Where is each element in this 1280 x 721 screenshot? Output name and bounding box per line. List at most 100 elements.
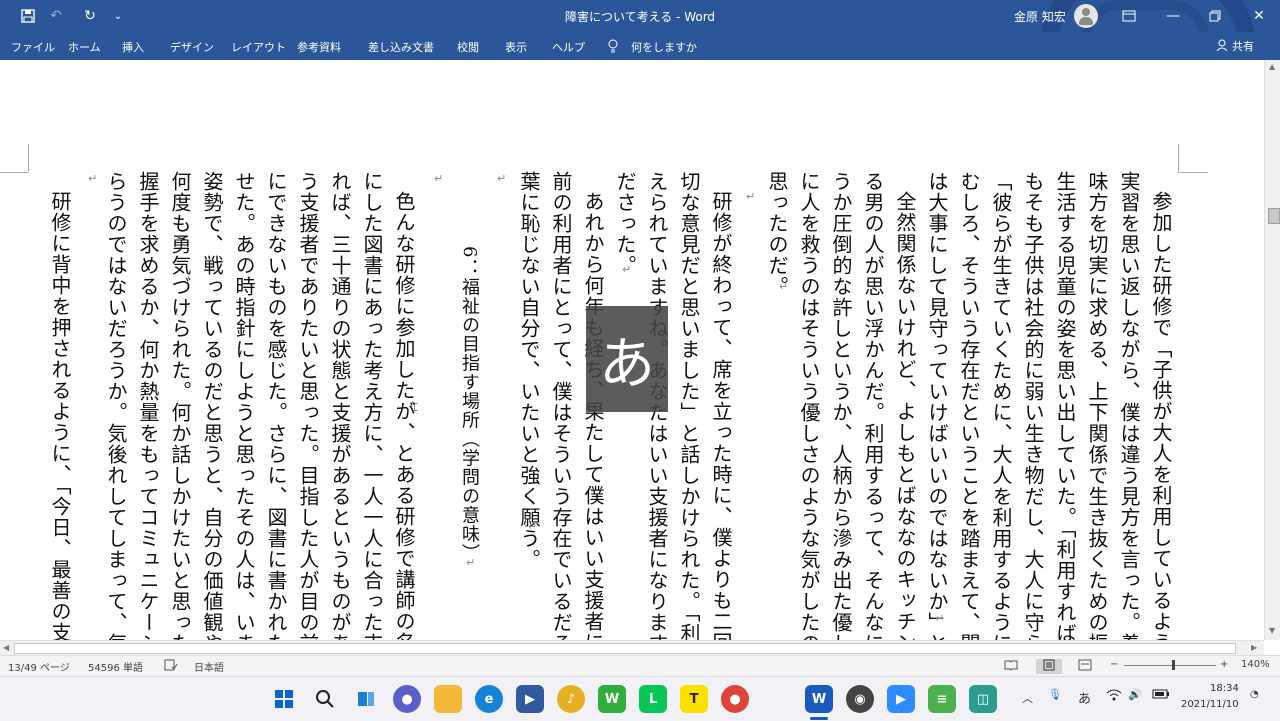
battery-icon[interactable] <box>1152 688 1170 703</box>
text-column: 生活する児童の姿を思い出していた。「利用すればいいん <box>1053 171 1077 640</box>
text-column: むしろ、そういう存在だということを踏まえて、関わって <box>957 171 981 640</box>
clock-date[interactable]: 2021/11/10 <box>1181 699 1239 710</box>
tab-mailings[interactable]: 差し込み文書 <box>368 39 434 55</box>
text-column: せた。あの時指針にしようと思ったその人は、いまだに福 <box>232 171 256 640</box>
clock-time[interactable]: 18:34 <box>1210 683 1239 694</box>
start-icon[interactable] <box>270 685 298 713</box>
paragraph-mark: ↵ <box>528 520 538 533</box>
tab-file[interactable]: ファイル <box>11 39 55 55</box>
text-cursor: ⌶ <box>411 400 419 414</box>
tab-view[interactable]: 表示 <box>505 39 527 55</box>
zoom-slider[interactable] <box>1124 665 1216 666</box>
scroll-up-icon[interactable]: ▲ <box>1269 62 1275 71</box>
ribbon-display-icon[interactable] <box>1106 0 1152 32</box>
web-layout-icon[interactable] <box>1078 659 1092 674</box>
paragraph-mark: ↵ <box>746 190 756 203</box>
obs-icon[interactable]: ◉ <box>846 685 874 713</box>
text-column: らうのではないだろうか。気後れしてしまって、毎回、声 <box>104 171 128 640</box>
tab-layout[interactable]: レイアウト <box>231 39 286 55</box>
status-bar: 13/49 ページ 54596 単語 日本語 − + 140% <box>0 655 1280 676</box>
tab-design[interactable]: デザイン <box>170 39 214 55</box>
tab-review[interactable]: 校閲 <box>457 39 479 55</box>
text-column: る男の人が思い浮かんだ。利用するって、そんなに悪いこ <box>861 171 885 640</box>
share-button[interactable]: 共有 <box>1216 38 1254 54</box>
crop-mark <box>1178 144 1179 172</box>
text-column: 参加した研修で「子供が大人を利用しているように見え <box>1149 191 1173 640</box>
crop-mark <box>0 172 28 173</box>
zoom-out-icon[interactable]: − <box>1110 659 1118 670</box>
paragraph-mark: ↵ <box>466 556 476 569</box>
zoom-icon[interactable]: ▶ <box>887 685 915 713</box>
show-hidden-icons-icon[interactable]: ︿ <box>1022 690 1033 706</box>
tab-home[interactable]: ホーム <box>68 39 101 55</box>
proofing-icon[interactable] <box>164 659 178 674</box>
zoom-in-icon[interactable]: + <box>1220 659 1228 670</box>
text-column: 何度も勇気づけられた。何か話しかけたいと思ったが、面 <box>168 171 192 640</box>
ime-mode-indicator: あ <box>586 306 668 412</box>
writing-app-icon[interactable]: W <box>598 685 626 713</box>
paragraph-mark: ↵ <box>434 172 444 185</box>
text-column: にできないものを感じた。さらに、図書に書かれた言葉と <box>264 171 288 640</box>
maximize-icon[interactable] <box>1192 0 1238 32</box>
screen-app-icon[interactable]: ◫ <box>969 685 997 713</box>
zoom-level[interactable]: 140% <box>1241 659 1270 670</box>
media-player-icon[interactable]: ▶ <box>516 685 544 713</box>
text-column: もそも子供は社会的に弱い生き物だし、大人に守られなけ <box>1021 171 1045 640</box>
file-explorer-icon[interactable] <box>434 685 462 713</box>
notification-icon[interactable]: ◔ <box>1250 689 1259 700</box>
text-column: 「彼らが生きていくために、大人を利用するように見えて <box>989 171 1013 640</box>
chrome-icon[interactable]: ● <box>721 685 749 713</box>
search-icon[interactable] <box>311 685 339 713</box>
text-column: 切な意見だと思いました」と話しかけられた。「利用して <box>677 171 701 640</box>
user-name[interactable]: 金原 知宏 <box>1014 8 1066 25</box>
volume-icon[interactable]: 🔊 <box>1128 688 1142 701</box>
vertical-scrollbar[interactable]: ▲ ▼ <box>1264 60 1280 640</box>
tell-me-search[interactable]: 何をしますか <box>631 39 697 55</box>
text-column: にした図書にあった考え方に、一人一人に合った支援をす <box>360 171 384 640</box>
chat-icon[interactable]: ● <box>393 685 421 713</box>
title-bar: ↶ ↻ ⌄ 障害について考える - Word 金原 知宏 — ✕ <box>0 0 1280 136</box>
horizontal-scrollbar[interactable]: ◀ ▶ <box>0 640 1264 655</box>
read-mode-icon[interactable] <box>1004 659 1018 674</box>
tab-references[interactable]: 参考資料 <box>297 39 341 55</box>
paragraph-mark: ↵ <box>935 612 945 625</box>
close-icon[interactable]: ✕ <box>1236 0 1280 32</box>
zoom-slider-thumb[interactable] <box>1172 660 1175 670</box>
line-icon[interactable]: L <box>639 685 667 713</box>
paragraph-mark: ↵ <box>497 172 507 185</box>
avatar[interactable] <box>1074 4 1098 28</box>
text-column: ださった。 <box>613 171 637 276</box>
text-column: う支援者でありたいと思った。目指した人が目の前で教 <box>296 171 320 640</box>
edge-icon[interactable]: e <box>475 685 503 713</box>
scroll-down-icon[interactable]: ▼ <box>1269 626 1275 635</box>
language[interactable]: 日本語 <box>194 659 224 674</box>
vertical-scroll-thumb[interactable] <box>1268 208 1280 224</box>
music-icon[interactable]: ♪ <box>557 685 585 713</box>
tab-help[interactable]: ヘルプ <box>552 39 585 55</box>
text-column: れば、三十通りの状態と支援があるというものがあった。 <box>328 171 352 640</box>
lightbulb-icon[interactable] <box>607 39 619 56</box>
ime-indicator[interactable]: あ <box>1078 688 1091 707</box>
word-icon[interactable]: W <box>805 685 833 713</box>
page-count[interactable]: 13/49 ページ <box>8 659 70 674</box>
print-layout-icon[interactable] <box>1036 659 1062 674</box>
kakaotalk-icon[interactable]: T <box>680 685 708 713</box>
crop-mark <box>1178 172 1208 173</box>
text-column: は大事にして見守っていけばいいのではないか」と。 <box>925 171 949 640</box>
taskbar: ● e ▶ ♪ W L T ● W ◉ ▶ ≡ ◫ ︿ 🎙 あ 🔊 18:34 … <box>0 676 1280 721</box>
text-column: あれから何年も経ち、果たして僕はいい支援者になれた <box>581 191 605 640</box>
scroll-left-icon[interactable]: ◀ <box>3 643 9 652</box>
task-view-icon[interactable] <box>352 685 380 713</box>
section-heading: 6：福祉の目指す場所（学問の意味） <box>459 246 480 563</box>
minimize-icon[interactable]: — <box>1150 0 1196 32</box>
text-column: うか圧倒的な許しというか、人柄から滲み出た優しさによ <box>829 171 853 640</box>
stack-app-icon[interactable]: ≡ <box>928 685 956 713</box>
tab-insert[interactable]: 挿入 <box>122 39 144 55</box>
word-count[interactable]: 54596 単語 <box>88 659 143 674</box>
horizontal-scroll-thumb[interactable] <box>14 643 1236 654</box>
text-column: 握手を求めるか、何か熱量をもってコミュニケーションを <box>136 171 160 640</box>
text-column: 実習を思い返しながら、僕は違う見方を言った。養護施設 <box>1117 171 1141 640</box>
microphone-icon[interactable]: 🎙 <box>1048 688 1062 701</box>
scroll-right-icon[interactable]: ▶ <box>1251 643 1257 652</box>
wifi-icon[interactable] <box>1106 688 1122 705</box>
